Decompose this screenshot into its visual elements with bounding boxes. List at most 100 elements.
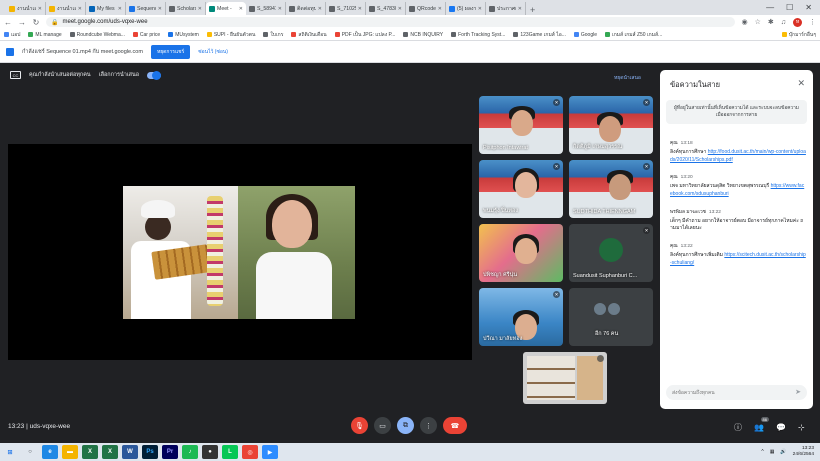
tab-close-icon[interactable]: ✕ — [318, 6, 322, 12]
tab-close-icon[interactable]: ✕ — [438, 6, 442, 12]
send-icon[interactable]: ➤ — [795, 388, 801, 396]
music-icon[interactable]: ♪ — [182, 445, 198, 459]
forward-icon[interactable]: → — [18, 18, 26, 27]
choose-presentation-label[interactable]: เลือกการนำเสนอ — [99, 71, 139, 79]
bookmark-item[interactable]: แอป — [4, 31, 20, 39]
participant-tile[interactable]: ✕ SUDTHIDA THIENNGAM — [569, 160, 653, 218]
chat-message-input[interactable] — [666, 385, 807, 400]
file-explorer-icon[interactable]: ▬ — [62, 445, 78, 459]
tab-close-icon[interactable]: ✕ — [478, 6, 482, 12]
participant-tile[interactable]: ✕ พนมรุ้ง ปิ่นทอง — [479, 160, 563, 218]
new-tab-button[interactable]: + — [526, 5, 539, 15]
browser-tab[interactable]: งานนำเสนอ✕ — [46, 2, 86, 15]
browser-tab[interactable]: ประกาศผล✕ — [486, 2, 526, 15]
bookmark-item[interactable]: ใบเกร — [263, 31, 283, 39]
self-view-tile[interactable] — [523, 352, 607, 404]
mic-off-button[interactable]: 🎙 — [351, 417, 368, 434]
zoom-icon[interactable]: ▶ — [262, 445, 278, 459]
browser-tab[interactable]: My files - O✕ — [86, 2, 126, 15]
bookmark-item[interactable]: MUsystem — [168, 32, 199, 38]
participant-tile[interactable]: ✕ กิตติภูมิ เกษมสุวรรณ — [569, 96, 653, 154]
edge-icon[interactable]: e — [42, 445, 58, 459]
excel-icon[interactable]: X — [82, 445, 98, 459]
camera-in-use-icon[interactable]: ◉ — [741, 18, 747, 26]
bookmark-item[interactable]: Forth Tracking Syst... — [451, 32, 505, 38]
excel-icon-2[interactable]: X — [102, 445, 118, 459]
browser-tab[interactable]: (5) ผลงาน✕ — [446, 2, 486, 15]
presentation-toggle[interactable] — [147, 70, 162, 80]
activities-icon[interactable]: ⊹ — [798, 423, 805, 432]
extensions-icon[interactable]: ✱ — [768, 18, 774, 26]
bookmark-item[interactable]: 123Game เกมส์ ไอ... — [513, 31, 566, 39]
tab-close-icon[interactable]: ✕ — [518, 6, 522, 12]
hide-notice-link[interactable]: ซ่อนไว้ (ซ่อน) — [198, 48, 228, 56]
browser-tab[interactable]: Scholarship✕ — [166, 2, 206, 15]
tab-close-icon[interactable]: ✕ — [118, 6, 122, 12]
bookmark-item[interactable]: SUPI - ยืนยันตัวตน — [206, 31, 255, 39]
stop-presenting-link[interactable]: หยุดนำเสนอ — [614, 74, 641, 82]
bookmark-item[interactable]: Google — [573, 32, 597, 38]
browser-tab[interactable]: S_4783027✕ — [366, 2, 406, 15]
stop-sharing-button[interactable]: หยุดการแชร์ — [150, 44, 191, 59]
chrome-icon[interactable]: ◎ — [242, 445, 258, 459]
browser-tab[interactable]: S_7102572✕ — [326, 2, 366, 15]
word-icon[interactable]: W — [122, 445, 138, 459]
photoshop-icon[interactable]: Ps — [142, 445, 158, 459]
tab-close-icon[interactable]: ✕ — [158, 6, 162, 12]
bookmark-item[interactable]: สถิติเงินเดือน — [291, 31, 327, 39]
media-icon[interactable]: ♫ — [781, 19, 786, 26]
browser-tab[interactable]: Sequence✕ — [126, 2, 166, 15]
tab-close-icon[interactable]: ✕ — [278, 6, 282, 12]
address-bar[interactable]: 🔒 meet.google.com/uds-vqxe-wee — [46, 17, 736, 27]
tray-chevron-icon[interactable]: ^ — [761, 449, 763, 455]
more-participants-tile[interactable]: อีก 76 คน — [569, 288, 653, 346]
back-icon[interactable]: ← — [4, 18, 12, 27]
close-window-icon[interactable]: ✕ — [805, 3, 812, 12]
tab-close-icon[interactable]: ✕ — [358, 6, 362, 12]
people-button[interactable]: 👥 86 — [754, 417, 769, 432]
chat-icon[interactable]: 💬 — [776, 423, 786, 432]
bookmark-item[interactable]: ML manage — [28, 32, 62, 38]
premiere-icon[interactable]: Pr — [162, 445, 178, 459]
captions-icon[interactable]: CC — [10, 71, 21, 79]
close-chat-icon[interactable]: ✕ — [797, 78, 805, 89]
maximize-icon[interactable]: ☐ — [786, 3, 793, 12]
line-icon[interactable]: L — [222, 445, 238, 459]
more-options-button[interactable]: ⋮ — [420, 417, 437, 434]
bookmark-item[interactable]: เกมส์ เกมส์ Z50 เกมส์... — [605, 31, 662, 39]
tab-close-icon[interactable]: ✕ — [38, 6, 42, 12]
network-icon[interactable]: ▦ — [770, 449, 775, 455]
menu-dots-icon[interactable]: ⋮ — [809, 18, 816, 26]
tab-close-icon[interactable]: ✕ — [78, 6, 82, 12]
browser-tab[interactable]: ติดต่อทุน ✕ — [286, 2, 326, 15]
present-button[interactable]: ⧉ — [397, 417, 414, 434]
browser-tab[interactable]: งานนำเสนอ✕ — [6, 2, 46, 15]
participant-tile[interactable]: ✕ Suandusit Suphanburi C... — [569, 224, 653, 282]
leave-call-button[interactable]: ☎ — [443, 417, 467, 434]
tab-close-icon[interactable]: ✕ — [398, 6, 402, 12]
reload-icon[interactable]: ↻ — [32, 18, 40, 27]
search-icon[interactable]: ○ — [22, 445, 38, 459]
profile-avatar[interactable]: ห — [793, 17, 802, 27]
tab-close-icon[interactable]: ✕ — [239, 6, 243, 12]
browser-tab[interactable]: S_5894150✕ — [246, 2, 286, 15]
app-icon[interactable]: ● — [202, 445, 218, 459]
bookmark-star-icon[interactable]: ☆ — [755, 18, 761, 26]
meeting-details-icon[interactable]: ⓘ — [734, 422, 742, 433]
participant-tile[interactable]: ✕ Pisitphon Intawirat — [479, 96, 563, 154]
start-icon[interactable]: ⊞ — [2, 445, 18, 459]
bookmark-other[interactable]: บุ๊กมาร์กอื่นๆ — [781, 31, 816, 39]
volume-icon[interactable]: 🔊 — [780, 449, 786, 455]
bookmark-item[interactable]: PDF เป็น JPG: แปลง P... — [334, 31, 395, 39]
participant-tile[interactable]: ✕ ปวีณา มาลัยทอง — [479, 288, 563, 346]
participant-tile[interactable]: ปพิชญา ศรีนุ่น — [479, 224, 563, 282]
taskbar-clock[interactable]: 13:23 24/6/2564 — [793, 446, 814, 458]
tab-close-icon[interactable]: ✕ — [198, 6, 202, 12]
bookmark-item[interactable]: NCB INQUIRY — [403, 32, 443, 38]
browser-tab[interactable]: QRcodes✕ — [406, 2, 446, 15]
bookmark-item[interactable]: Car price — [132, 32, 160, 38]
minimize-icon[interactable]: — — [766, 3, 774, 12]
browser-tab[interactable]: Meet - ✕ — [206, 2, 246, 15]
bookmark-item[interactable]: Roundcube Webma... — [69, 32, 125, 38]
camera-button[interactable]: ▭ — [374, 417, 391, 434]
